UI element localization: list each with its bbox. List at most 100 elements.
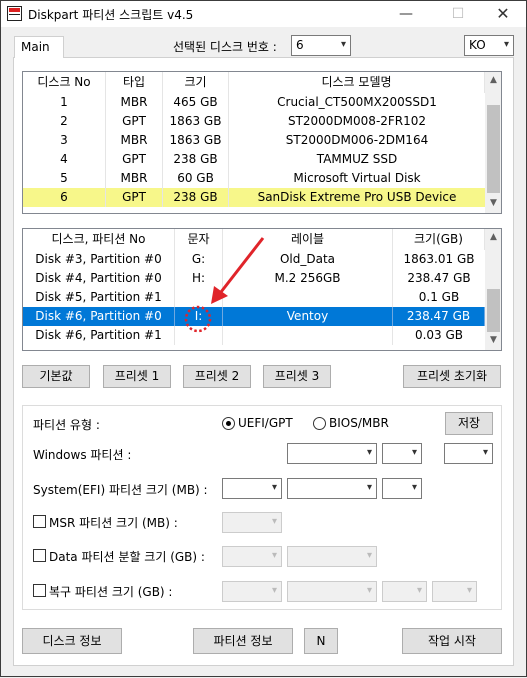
windows-partition-select[interactable]: ▾ [287,443,377,464]
disk-number-select[interactable]: 6 ▾ [291,35,351,56]
bios-radio[interactable] [313,417,326,430]
uefi-radio-label[interactable]: UEFI/GPT [238,416,293,430]
window-title: Diskpart 파티션 스크립트 v4.5 [28,8,194,22]
recovery-option-select: ▾ [287,581,377,602]
chevron-down-icon: ▾ [482,447,488,458]
options-group [22,405,502,610]
partition-cell: Disk #6, Partition #0 [23,307,175,326]
preset-3-button[interactable]: 프리셋 3 [263,365,331,388]
recovery-size-label[interactable]: 복구 파티션 크기 (GB) : [49,583,172,600]
disk-row[interactable]: 5 MBR 60 GB Microsoft Virtual Disk [23,169,485,188]
data-split-checkbox[interactable] [33,549,46,562]
partition-row[interactable]: Disk #3, Partition #0 G: Old_Data 1863.01 G… [23,250,485,269]
partition-cell: 0.1 GB [418,290,460,304]
windows-extra-select[interactable]: ▾ [444,443,493,464]
preset-1-button[interactable]: 프리셋 1 [103,365,171,388]
disk-row[interactable]: 2 GPT 1863 GB ST2000DM008-2FR102 [23,112,485,131]
windows-unit-select[interactable]: ▾ [382,443,422,464]
close-button[interactable]: ✕ [481,1,525,27]
col-label[interactable]: 레이블 [223,229,393,250]
partition-row[interactable]: Disk #4, Partition #0 H: M.2 256GB 238.47 G… [23,269,485,288]
disk-row[interactable]: 4 GPT 238 GB TAMMUZ SSD [23,150,485,169]
default-button[interactable]: 기본값 [22,365,90,388]
disk-cell: 4 [23,150,106,169]
data-split-size-select: ▾ [222,546,282,567]
disk-info-button[interactable]: 디스크 정보 [22,628,122,654]
disk-cell: 3 [23,131,106,150]
chevron-down-icon: ▾ [271,585,277,596]
msr-checkbox[interactable] [33,515,46,528]
partition-cell: 1863.01 GB [403,252,475,266]
col-type[interactable]: 타입 [106,72,163,93]
col-size[interactable]: 크기 [163,72,229,93]
start-button[interactable]: 작업 시작 [402,628,502,654]
col-model[interactable]: 디스크 모델명 [229,72,485,93]
disk-number-label: 선택된 디스크 번호 : [173,40,277,54]
recovery-unit-select: ▾ [382,581,427,602]
partition-cell: Old_Data [223,250,393,269]
partition-cell: Disk #6, Partition #1 [23,326,175,345]
efi-size-select[interactable]: ▾ [222,478,282,499]
msr-size-select: ▾ [222,512,282,533]
recovery-checkbox[interactable] [33,584,46,597]
data-split-label[interactable]: Data 파티션 분할 크기 (GB) : [49,548,205,565]
col-partition-no[interactable]: 디스크, 파티션 No [23,229,175,250]
chevron-down-icon: ▾ [366,585,372,596]
scroll-up-icon[interactable]: ▲ [485,229,501,246]
partition-list[interactable]: 디스크, 파티션 No 문자 레이블 크기(GB) Disk #3, Parti… [22,228,502,351]
chevron-down-icon: ▾ [366,482,372,493]
disk-row[interactable]: 6 GPT 238 GB SanDisk Extreme Pro USB Device [23,188,485,207]
scroll-thumb[interactable] [487,289,500,332]
bios-radio-label[interactable]: BIOS/MBR [329,416,389,430]
partition-row[interactable]: Disk #6, Partition #1 0.03 GB [23,326,485,345]
disk-row[interactable]: 3 MBR 1863 GB ST2000DM006-2DM164 [23,131,485,150]
chevron-down-icon: ▾ [416,585,422,596]
partition-type-label: 파티션 유형 : [33,418,100,432]
minimize-button[interactable]: — [384,1,428,27]
scroll-down-icon[interactable]: ▼ [485,195,501,212]
partition-cell: Disk #4, Partition #0 [23,269,175,288]
chevron-down-icon: ▾ [366,447,372,458]
chevron-down-icon: ▾ [503,39,509,50]
msr-size-label[interactable]: MSR 파티션 크기 (MB) : [49,514,178,531]
disk-cell: 60 GB [163,169,229,188]
disk-row[interactable]: 1 MBR 465 GB Crucial_CT500MX200SSD1 [23,93,485,112]
col-size-gb[interactable]: 크기(GB) [393,229,485,250]
chevron-down-icon: ▾ [411,482,417,493]
disk-cell: 465 GB [163,93,229,112]
disk-cell: GPT [106,188,163,207]
disk-list[interactable]: 디스크 No 타입 크기 디스크 모델명 1 MBR 465 GB Crucial_C… [22,71,502,214]
preset-reset-button[interactable]: 프리셋 초기화 [403,365,501,388]
disk-cell: MBR [106,169,163,188]
col-letter[interactable]: 문자 [175,229,223,250]
partition-cell: H: [175,269,223,288]
language-select[interactable]: KO ▾ [464,35,514,56]
save-button[interactable]: 저장 [445,412,493,435]
scroll-up-icon[interactable]: ▲ [485,72,501,89]
col-disk-no[interactable]: 디스크 No [23,72,106,93]
partition-row[interactable]: Disk #6, Partition #0 I: Ventoy 238.47 GB [23,307,485,326]
disk-cell: Microsoft Virtual Disk [293,171,421,185]
scroll-down-icon[interactable]: ▼ [485,332,501,349]
disk-cell: ST2000DM006-2DM164 [285,133,429,147]
partition-info-button[interactable]: 파티션 정보 [193,628,293,654]
efi-unit-select[interactable]: ▾ [382,478,422,499]
title-bar[interactable]: Diskpart 파티션 스크립트 v4.5 — ☐ ✕ [1,1,526,27]
partition-cell: 0.03 GB [414,328,464,342]
partition-cell: Ventoy [223,307,393,326]
disk-list-scrollbar[interactable]: ▲ ▼ [485,72,501,213]
preset-2-button[interactable]: 프리셋 2 [183,365,251,388]
efi-option-select[interactable]: ▾ [287,478,377,499]
n-button[interactable]: N [304,628,338,654]
partition-cell [175,288,223,307]
tab-main[interactable]: Main [14,36,64,58]
partition-row[interactable]: Disk #5, Partition #1 0.1 GB [23,288,485,307]
partition-list-scrollbar[interactable]: ▲ ▼ [485,229,501,350]
uefi-radio[interactable] [222,417,235,430]
disk-cell: ST2000DM008-2FR102 [287,114,427,128]
efi-size-label: System(EFI) 파티션 크기 (MB) : [33,483,208,497]
partition-cell [175,326,223,345]
disk-cell: 238 GB [163,188,229,207]
partition-cell: Disk #5, Partition #1 [23,288,175,307]
scroll-thumb[interactable] [487,105,500,193]
